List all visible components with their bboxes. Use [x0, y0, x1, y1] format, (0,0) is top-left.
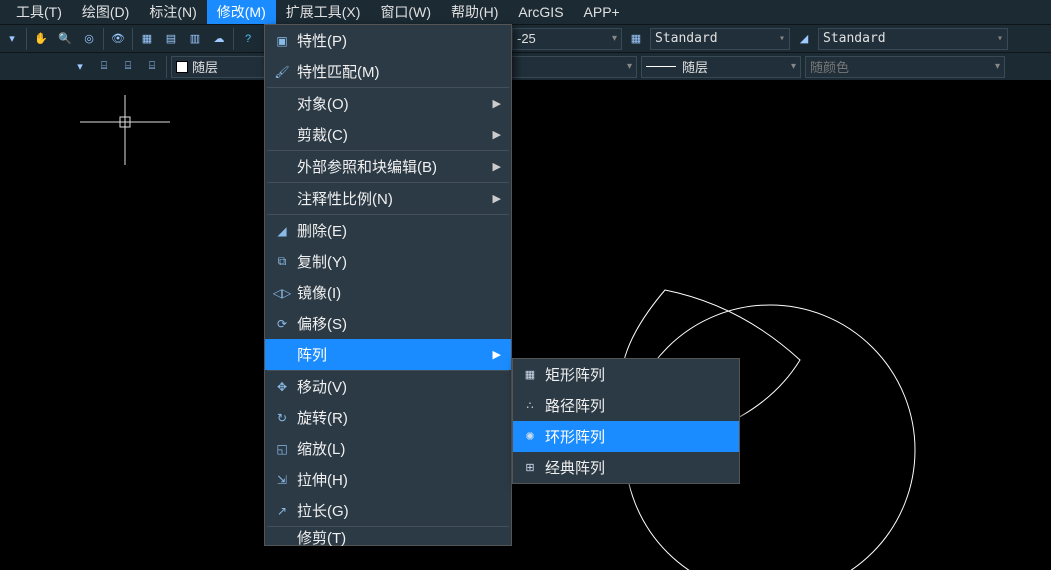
table-icon[interactable]: ▤	[161, 29, 181, 49]
chevron-right-icon: ▶	[493, 97, 501, 110]
menu-item-xref[interactable]: 外部参照和块编辑(B) ▶	[265, 151, 511, 182]
toolbar-row-1: ▾ ✋ 🔍 ◎ 👁 ▦ ▤ ▥ ☁ ? -25 ▾ ▦ Standard ▾ ◢…	[0, 24, 1051, 52]
style-icon-1[interactable]: ▦	[626, 29, 646, 49]
layer-label: 随层	[192, 57, 218, 76]
separator	[26, 28, 27, 50]
mirror-icon: ◁▷	[271, 286, 293, 300]
submenu-item-rect-array[interactable]: ▦ 矩形阵列	[513, 359, 739, 390]
zoom-icon[interactable]: 🔍	[55, 29, 75, 49]
toolbar-row-2: ▾ ⌸ ⌸ ⌸ 随层 层 ▾ 随层 ▾ 随颜色 ▾	[0, 52, 1051, 80]
copy-icon: ⧉	[271, 254, 293, 269]
eye-icon[interactable]: 👁	[108, 29, 128, 49]
style-icon-2[interactable]: ◢	[794, 29, 814, 49]
menu-item-stretch[interactable]: ⇲ 拉伸(H)	[265, 464, 511, 495]
textstyle-label: -25	[517, 31, 536, 46]
menu-item-array[interactable]: 阵列 ▶	[265, 339, 511, 370]
line-preview-icon	[646, 66, 676, 67]
chevron-down-icon: ▾	[779, 33, 785, 44]
menu-tools[interactable]: 工具(T)	[6, 0, 72, 24]
chevron-right-icon: ▶	[493, 192, 501, 205]
chevron-right-icon: ▶	[493, 160, 501, 173]
submenu-item-polar-array[interactable]: ✺ 环形阵列	[513, 421, 739, 452]
lineweight-dropdown[interactable]: 随颜色 ▾	[805, 56, 1005, 78]
menu-item-scale[interactable]: ◱ 缩放(L)	[265, 433, 511, 464]
chevron-right-icon: ▶	[493, 128, 501, 141]
offset-icon: ⟳	[271, 317, 293, 331]
array-submenu: ▦ 矩形阵列 ∴ 路径阵列 ✺ 环形阵列 ⊞ 经典阵列	[512, 358, 740, 484]
menu-item-copy[interactable]: ⧉ 复制(Y)	[265, 246, 511, 277]
menu-item-move[interactable]: ✥ 移动(V)	[265, 371, 511, 402]
rotate-icon: ↻	[271, 411, 293, 425]
dropdown-icon[interactable]: ▾	[70, 57, 90, 77]
linetype-label: 随层	[682, 57, 708, 76]
grid-icon[interactable]: ▦	[137, 29, 157, 49]
scale-icon: ◱	[271, 442, 293, 456]
separator	[132, 28, 133, 50]
polar-array-icon: ✺	[519, 430, 541, 443]
chevron-down-icon: ▾	[791, 61, 796, 72]
chevron-down-icon: ▾	[627, 61, 632, 72]
menu-window[interactable]: 窗口(W)	[370, 0, 441, 24]
layer-icon-3[interactable]: ⌸	[142, 57, 162, 77]
pan-icon[interactable]: ✋	[31, 29, 51, 49]
menu-dimension[interactable]: 标注(N)	[139, 0, 206, 24]
erase-icon: ◢	[271, 224, 293, 238]
menu-item-erase[interactable]: ◢ 删除(E)	[265, 215, 511, 246]
menu-express[interactable]: 扩展工具(X)	[276, 0, 371, 24]
path-array-icon: ∴	[519, 399, 541, 412]
modify-dropdown: ▣ 特性(P) 🖌 特性匹配(M) 对象(O) ▶ 剪裁(C) ▶ 外部参照和块…	[264, 24, 512, 546]
orbit-icon[interactable]: ◎	[79, 29, 99, 49]
menubar: 工具(T) 绘图(D) 标注(N) 修改(M) 扩展工具(X) 窗口(W) 帮助…	[0, 0, 1051, 24]
cloud-icon[interactable]: ☁	[209, 29, 229, 49]
rect-array-icon: ▦	[519, 368, 541, 381]
style2-label: Standard	[823, 31, 886, 46]
menu-modify[interactable]: 修改(M)	[207, 0, 276, 24]
chevron-down-icon: ▾	[997, 33, 1003, 44]
menu-item-matchprops[interactable]: 🖌 特性匹配(M)	[265, 56, 511, 87]
help-icon[interactable]: ?	[238, 29, 258, 49]
style2-dropdown[interactable]: Standard ▾	[818, 28, 1008, 50]
match-icon: 🖌	[271, 65, 293, 79]
move-icon: ✥	[271, 380, 293, 394]
style1-label: Standard	[655, 31, 718, 46]
menu-arcgis[interactable]: ArcGIS	[508, 0, 573, 24]
menu-item-offset[interactable]: ⟳ 偏移(S)	[265, 308, 511, 339]
linetype-dropdown[interactable]: 随层 ▾	[641, 56, 801, 78]
separator	[233, 28, 234, 50]
menu-item-annoscale[interactable]: 注释性比例(N) ▶	[265, 183, 511, 214]
textstyle-dropdown[interactable]: -25 ▾	[512, 28, 622, 50]
chevron-down-icon: ▾	[995, 61, 1000, 72]
menu-item-properties[interactable]: ▣ 特性(P)	[265, 25, 511, 56]
separator	[103, 28, 104, 50]
style1-dropdown[interactable]: Standard ▾	[650, 28, 790, 50]
menu-draw[interactable]: 绘图(D)	[72, 0, 139, 24]
submenu-item-classic-array[interactable]: ⊞ 经典阵列	[513, 452, 739, 483]
menu-item-rotate[interactable]: ↻ 旋转(R)	[265, 402, 511, 433]
color-swatch	[176, 61, 188, 73]
menu-appplus[interactable]: APP+	[574, 0, 630, 24]
props-icon: ▣	[271, 34, 293, 48]
menu-item-mirror[interactable]: ◁▷ 镜像(I)	[265, 277, 511, 308]
layer-icon-2[interactable]: ⌸	[118, 57, 138, 77]
chevron-down-icon: ▾	[612, 33, 617, 44]
separator	[166, 56, 167, 78]
list-icon[interactable]: ▥	[185, 29, 205, 49]
menu-item-clip[interactable]: 剪裁(C) ▶	[265, 119, 511, 150]
menu-help[interactable]: 帮助(H)	[441, 0, 508, 24]
menu-item-lengthen[interactable]: ↗ 拉长(G)	[265, 495, 511, 526]
dropdown-icon[interactable]: ▾	[2, 29, 22, 49]
lineweight-label: 随颜色	[810, 57, 849, 76]
drawing-canvas[interactable]	[0, 80, 1051, 570]
classic-array-icon: ⊞	[519, 461, 541, 474]
chevron-right-icon: ▶	[493, 348, 501, 361]
submenu-item-path-array[interactable]: ∴ 路径阵列	[513, 390, 739, 421]
stretch-icon: ⇲	[271, 473, 293, 487]
layer-icon-1[interactable]: ⌸	[94, 57, 114, 77]
menu-item-trim[interactable]: 修剪(T)	[265, 527, 511, 545]
lengthen-icon: ↗	[271, 504, 293, 518]
menu-item-object[interactable]: 对象(O) ▶	[265, 88, 511, 119]
